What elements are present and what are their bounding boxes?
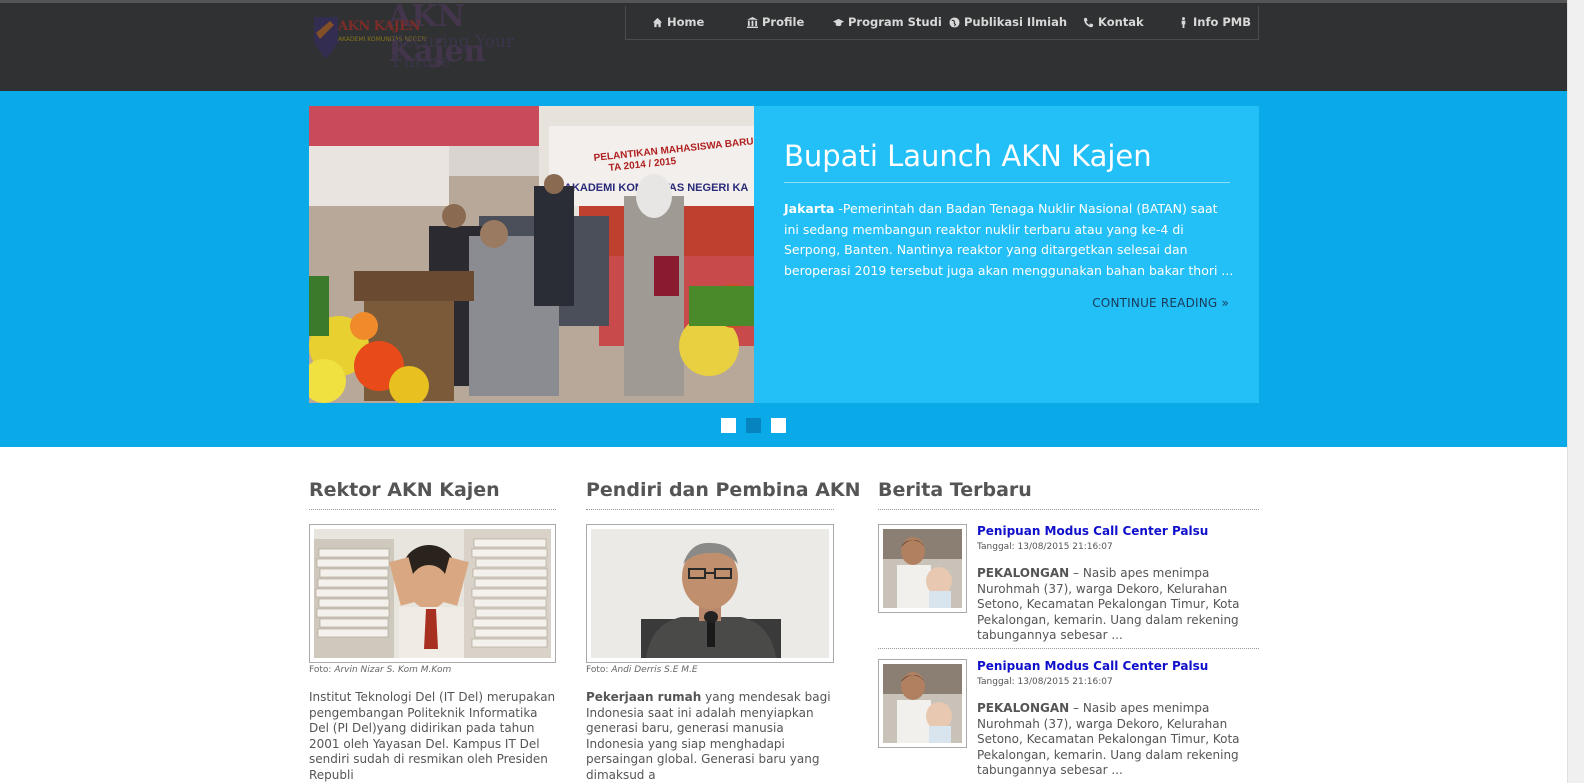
news-date: Tanggal: 13/08/2015 21:16:07 — [977, 542, 1113, 552]
news-thumbnail[interactable] — [878, 524, 967, 613]
news-thumbnail-image — [883, 664, 962, 743]
rektor-caption-prefix: Foto: — [309, 665, 332, 675]
nav-program-studi[interactable]: Program Studi — [833, 15, 942, 29]
news-excerpt-lead: PEKALONGAN — [977, 701, 1070, 715]
pendiri-text-lead: Pekerjaan rumah — [586, 690, 702, 704]
graduation-cap-icon — [833, 18, 844, 26]
continue-reading-link[interactable]: CONTINUE READING » — [1092, 296, 1229, 310]
news-excerpt: PEKALONGAN – Nasib apes menimpa Nurohmah… — [977, 566, 1257, 644]
news-title-link[interactable]: Penipuan Modus Call Center Palsu — [977, 659, 1208, 673]
male-icon — [1181, 16, 1186, 28]
berita-divider — [878, 509, 1259, 510]
nav-publikasi-ilmiah-label: Publikasi Ilmiah — [964, 15, 1068, 29]
rektor-heading: Rektor AKN Kajen — [309, 479, 500, 501]
speaker-photo — [591, 529, 829, 658]
page-scrollbar[interactable] — [1567, 0, 1584, 783]
slide-dot-3[interactable] — [771, 418, 786, 433]
hero-excerpt-text: -Pemerintah dan Badan Tenaga Nuklir Nasi… — [784, 201, 1234, 278]
pendiri-caption-name: Andi Derris S.E M.E — [611, 665, 698, 675]
hero-slide: PELANTIKAN MAHASISWA BARU TA 2014 / 2015… — [309, 106, 1259, 403]
rektor-caption-name: Arvin Nizar S. Kom M.Kom — [334, 665, 452, 675]
nav-kontak[interactable]: Kontak — [1083, 15, 1144, 29]
nav-home-label: Home — [667, 15, 705, 29]
berita-heading: Berita Terbaru — [878, 479, 1032, 501]
pendiri-caption-prefix: Foto: — [586, 665, 609, 675]
nav-home[interactable]: Home — [652, 15, 704, 29]
pendiri-caption: Foto: Andi Derris S.E M.E — [586, 665, 698, 675]
hero-photo[interactable]: PELANTIKAN MAHASISWA BARU TA 2014 / 2015… — [309, 106, 754, 403]
phone-icon — [1083, 17, 1094, 27]
news-date: Tanggal: 13/08/2015 21:16:07 — [977, 677, 1113, 687]
nav-info-pmb-label: Info PMB — [1193, 15, 1252, 29]
news-excerpt-lead: PEKALONGAN — [977, 566, 1070, 580]
pendiri-divider — [586, 509, 834, 510]
nav-publikasi-ilmiah[interactable]: Publikasi Ilmiah — [949, 15, 1067, 29]
stressed-student-photo — [314, 529, 551, 658]
home-icon — [652, 17, 663, 27]
top-header-bar: AKN Kajen AKN KAJEN AKADEMI KOMUNITAS NE… — [0, 0, 1584, 91]
news-thumbnail-image — [883, 529, 962, 608]
pendiri-photo[interactable] — [586, 524, 834, 663]
slide-dot-1[interactable] — [721, 418, 736, 433]
hero-divider — [784, 182, 1230, 183]
news-excerpt: PEKALONGAN – Nasib apes menimpa Nurohmah… — [977, 701, 1257, 779]
news-title-link[interactable]: Penipuan Modus Call Center Palsu — [977, 524, 1208, 538]
inauguration-photo: PELANTIKAN MAHASISWA BARU TA 2014 / 2015… — [309, 106, 754, 403]
logo-shield-icon — [314, 17, 338, 59]
rektor-photo[interactable] — [309, 524, 556, 663]
rektor-text: Institut Teknologi Del (IT Del) merupaka… — [309, 690, 556, 782]
building-icon — [747, 16, 758, 28]
slider-pagination — [721, 418, 786, 433]
nav-program-studi-label: Program Studi — [848, 15, 942, 29]
nav-info-pmb[interactable]: Info PMB — [1178, 15, 1251, 29]
rektor-divider — [309, 509, 556, 510]
logo-tagline: Securing Your Future — [392, 32, 515, 72]
nav-profile-label: Profile — [762, 15, 805, 29]
globe-icon — [949, 16, 960, 28]
rektor-caption: Foto: Arvin Nizar S. Kom M.Kom — [309, 665, 451, 675]
main-nav: Home Profile Program Studi Publikasi Ilm… — [625, 6, 1259, 40]
news-thumbnail[interactable] — [878, 659, 967, 748]
nav-profile[interactable]: Profile — [747, 15, 804, 29]
pendiri-heading: Pendiri dan Pembina AKN — [586, 479, 861, 501]
pendiri-text: Pekerjaan rumah yang mendesak bagi Indon… — [586, 690, 836, 783]
site-logo[interactable]: AKN Kajen AKN KAJEN AKADEMI KOMUNITAS NE… — [312, 0, 532, 72]
hero-slider: PELANTIKAN MAHASISWA BARU TA 2014 / 2015… — [0, 91, 1567, 447]
slide-dot-2[interactable] — [746, 418, 761, 433]
nav-kontak-label: Kontak — [1098, 15, 1144, 29]
hero-excerpt-lead: Jakarta — [784, 201, 835, 216]
hero-title[interactable]: Bupati Launch AKN Kajen — [784, 139, 1152, 173]
hero-excerpt: Jakarta -Pemerintah dan Badan Tenaga Nuk… — [784, 199, 1234, 281]
news-divider — [878, 648, 1259, 649]
